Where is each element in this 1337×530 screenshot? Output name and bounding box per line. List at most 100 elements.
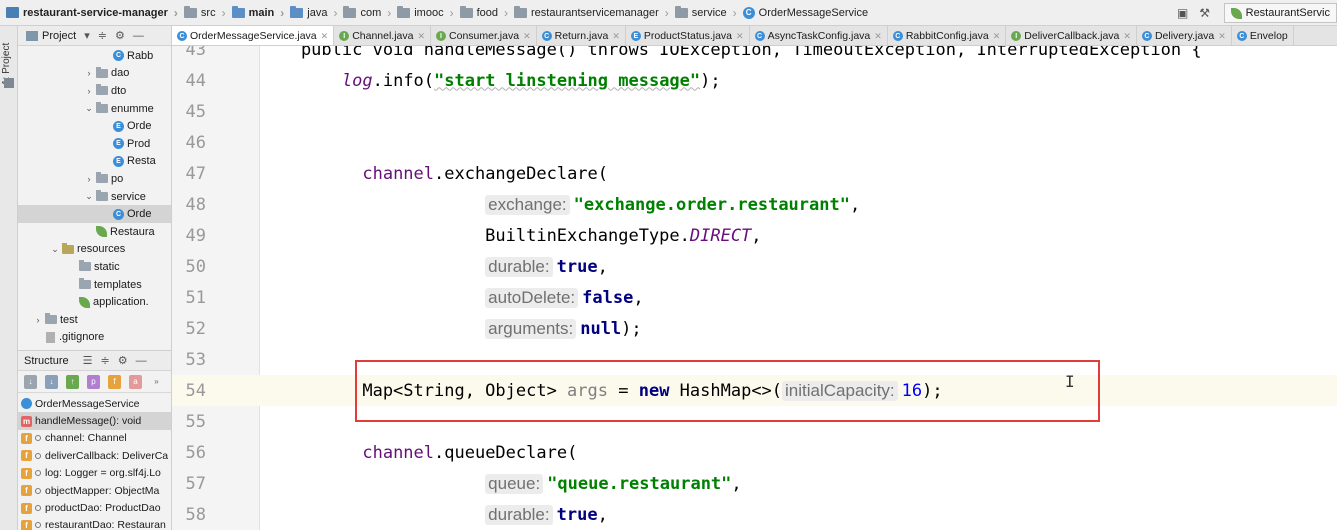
code-token: , <box>731 473 742 494</box>
tree-item[interactable]: Restaura <box>18 223 171 241</box>
code-line[interactable]: durable: true, <box>260 499 1337 530</box>
breadcrumb-item[interactable]: service › <box>669 0 737 25</box>
code-line[interactable]: log .info("start linstening message"); <box>260 65 1337 96</box>
close-icon[interactable]: ✕ <box>523 31 531 42</box>
editor-tab[interactable]: C Delivery.java ✕ <box>1137 26 1232 45</box>
tree-item[interactable]: C Rabb <box>18 47 171 65</box>
sort-alpha-icon[interactable]: ↓ <box>24 374 37 389</box>
gear-icon[interactable]: ⚙ <box>118 354 128 367</box>
code-line[interactable]: durable: true, <box>260 251 1337 282</box>
code-line[interactable]: arguments: null); <box>260 313 1337 344</box>
editor-tab[interactable]: C OrderMessageService.java ✕ <box>172 26 335 45</box>
close-icon[interactable]: ✕ <box>736 31 744 42</box>
tree-item[interactable]: E Orde <box>18 117 171 135</box>
chevron-right-icon[interactable]: › <box>84 68 94 78</box>
editor-tab[interactable]: C Return.java ✕ <box>537 26 626 45</box>
editor-tab[interactable]: I Channel.java ✕ <box>334 26 432 45</box>
collapse-all-icon[interactable]: ≑ <box>98 29 107 42</box>
close-icon[interactable]: ✕ <box>1123 31 1131 42</box>
breadcrumb-item[interactable]: com › <box>337 0 391 25</box>
properties-icon[interactable]: p <box>87 374 100 389</box>
editor-tab[interactable]: C Envelop <box>1232 26 1294 45</box>
code-line[interactable]: queue: "queue.restaurant", <box>260 468 1337 499</box>
breadcrumb-item[interactable]: restaurant-service-manager › <box>0 0 178 25</box>
close-icon[interactable]: ✕ <box>612 31 620 42</box>
tree-item[interactable]: static <box>18 258 171 276</box>
tree-item[interactable]: › dto <box>18 82 171 100</box>
structure-item[interactable]: f log: Logger = org.slf4j.Lo <box>18 465 171 482</box>
sort-visibility-icon[interactable]: ↓ <box>45 374 58 389</box>
tree-item[interactable]: E Resta <box>18 153 171 171</box>
code-line[interactable] <box>260 127 1337 158</box>
code-line[interactable] <box>260 96 1337 127</box>
tree-item[interactable]: › dao <box>18 65 171 83</box>
hammer-icon[interactable]: ⚒ <box>1194 2 1216 24</box>
tree-item[interactable]: E Prod <box>18 135 171 153</box>
code-line[interactable]: public void handleMessage() throws IOExc… <box>260 46 1337 65</box>
close-icon[interactable]: ✕ <box>321 31 329 42</box>
chevron-right-icon[interactable]: › <box>33 315 43 325</box>
chevron-down-icon[interactable]: ⌄ <box>50 244 60 255</box>
code-line[interactable]: BuiltinExchangeType. DIRECT, <box>260 220 1337 251</box>
tree-item[interactable]: ⌄ enumme <box>18 100 171 118</box>
code-line[interactable]: exchange: "exchange.order.restaurant", <box>260 189 1337 220</box>
structure-item[interactable]: f channel: Channel <box>18 430 171 447</box>
structure-item[interactable]: f objectMapper: ObjectMa <box>18 482 171 499</box>
window-icon[interactable]: ▣ <box>1172 2 1194 24</box>
editor-tab[interactable]: C RabbitConfig.java ✕ <box>888 26 1007 45</box>
more-icon[interactable]: » <box>150 375 163 389</box>
inherited-icon[interactable]: ↑ <box>66 374 79 389</box>
tree-item[interactable]: application. <box>18 293 171 311</box>
code-line[interactable] <box>260 406 1337 437</box>
breadcrumb-item[interactable]: java › <box>284 0 337 25</box>
close-icon[interactable]: ✕ <box>417 31 425 42</box>
hide-icon[interactable]: — <box>133 30 144 42</box>
tree-item[interactable]: templates <box>18 276 171 294</box>
editor-tab[interactable]: I DeliverCallback.java ✕ <box>1006 26 1137 45</box>
breadcrumb-item[interactable]: main › <box>226 0 284 25</box>
tree-item[interactable]: › po <box>18 170 171 188</box>
structure-item[interactable]: m handleMessage(): void <box>18 412 171 430</box>
breadcrumb-item[interactable]: restaurantservicemanager › <box>508 0 669 25</box>
breadcrumb-item[interactable]: food › <box>454 0 508 25</box>
code-line[interactable] <box>260 344 1337 375</box>
gear-icon[interactable]: ⚙ <box>115 29 125 42</box>
structure-item[interactable]: OrderMessageService <box>18 395 171 412</box>
chevron-down-icon[interactable]: ⌄ <box>84 191 94 202</box>
editor-tab[interactable]: I Consumer.java ✕ <box>431 26 537 45</box>
editor-tab[interactable]: E ProductStatus.java ✕ <box>626 26 750 45</box>
structure-item[interactable]: f deliverCallback: DeliverCa <box>18 447 171 464</box>
chevron-right-icon[interactable]: › <box>84 86 94 96</box>
code-editor[interactable]: 43 44 45 46 47 48 49 50 51 52 53 54 55 56 57 58 public … <box>172 46 1337 530</box>
structure-item[interactable]: f productDao: ProductDao <box>18 499 171 516</box>
collapse-all-icon[interactable]: ≑ <box>101 354 110 367</box>
structure-item[interactable]: f restaurantDao: Restauran <box>18 517 171 530</box>
line-number: 53 <box>185 350 206 370</box>
close-icon[interactable]: ✕ <box>1218 31 1226 42</box>
hide-icon[interactable]: — <box>136 355 147 367</box>
chevron-right-icon[interactable]: › <box>84 174 94 184</box>
breadcrumb-item[interactable]: src › <box>178 0 226 25</box>
tree-item[interactable]: C Orde <box>18 205 171 223</box>
close-icon[interactable]: ✕ <box>993 31 1001 42</box>
lock-icon[interactable]: a <box>129 374 142 389</box>
project-panel-title[interactable]: Project <box>42 30 76 42</box>
breadcrumb-item[interactable]: imooc › <box>391 0 454 25</box>
chevron-down-icon[interactable]: ⌄ <box>84 103 94 114</box>
tree-item[interactable]: › test <box>18 311 171 329</box>
tree-item[interactable]: ⌄ resources <box>18 241 171 259</box>
code-line[interactable]: autoDelete: false, <box>260 282 1337 313</box>
editor-tab[interactable]: C AsyncTaskConfig.java ✕ <box>750 26 888 45</box>
tree-item[interactable]: .gitignore <box>18 329 171 347</box>
code-line[interactable]: channel .queueDeclare( <box>260 437 1337 468</box>
tree-item[interactable]: ⌄ service <box>18 188 171 206</box>
run-configuration-selector[interactable]: RestaurantServic <box>1223 3 1337 23</box>
breadcrumb-label: OrderMessageService <box>758 6 869 19</box>
chevron-down-icon[interactable]: ▾ <box>84 29 90 42</box>
close-icon[interactable]: ✕ <box>874 31 882 42</box>
sort-icon[interactable]: ☰ <box>83 354 93 367</box>
code-line[interactable]: channel .exchangeDeclare( <box>260 158 1337 189</box>
code-line[interactable]: Map<String, Object> args = new HashMap<>… <box>260 375 1337 406</box>
breadcrumb-item[interactable]: C OrderMessageService <box>737 0 869 25</box>
fields-icon[interactable]: f <box>108 374 121 389</box>
